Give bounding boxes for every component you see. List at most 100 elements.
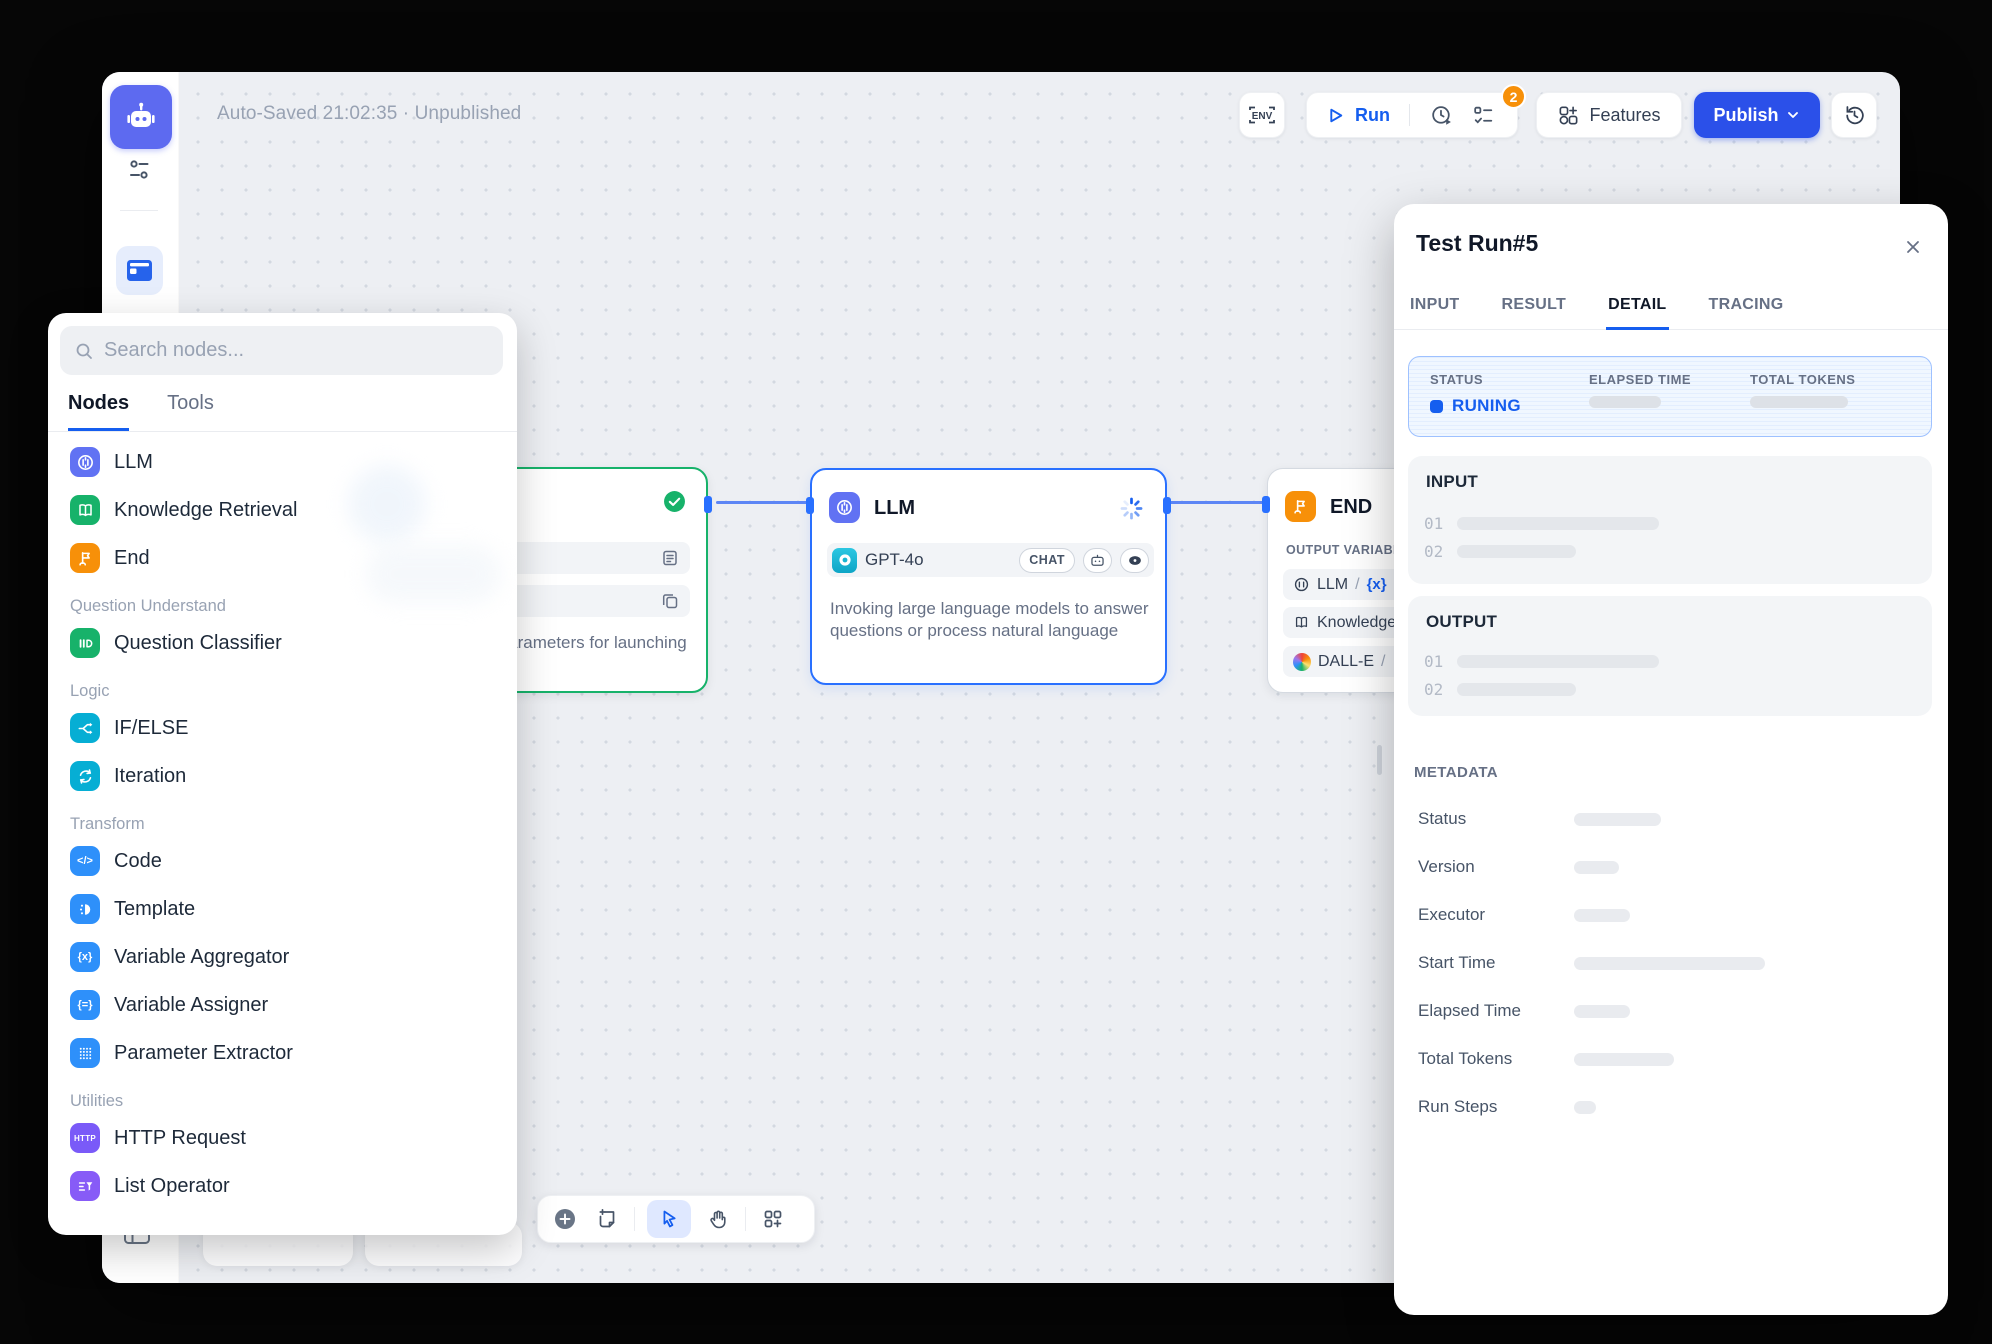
end-flag-icon <box>1285 491 1316 522</box>
node-item-label: Parameter Extractor <box>114 1042 293 1065</box>
history-button[interactable] <box>1831 92 1877 138</box>
node-item-label: HTTP Request <box>114 1127 246 1150</box>
section-question-understand: Question Understand <box>70 597 503 616</box>
search-input[interactable] <box>104 339 489 362</box>
run-button-group: Run 2 <box>1306 92 1518 138</box>
skeleton-bar <box>1574 813 1661 826</box>
node-item-variable-aggregator[interactable]: {x} Variable Aggregator <box>62 933 503 981</box>
node-item-iteration[interactable]: Iteration <box>62 752 503 800</box>
window-icon <box>126 258 153 283</box>
end-node-title: END <box>1330 496 1372 519</box>
node-item-list-operator[interactable]: List Operator <box>62 1162 503 1210</box>
node-item-label: Question Classifier <box>114 632 282 655</box>
var-name: Knowledge <box>1317 614 1396 632</box>
pointer-tool-button[interactable] <box>647 1200 691 1238</box>
model-name: GPT-4o <box>865 550 1011 570</box>
features-icon <box>1557 104 1580 127</box>
schedule-run-icon[interactable] <box>1429 103 1454 128</box>
run-button[interactable]: Run <box>1355 105 1390 126</box>
start-output-handle[interactable] <box>704 496 712 513</box>
features-button[interactable]: Features <box>1536 92 1682 138</box>
var-name: LLM <box>1317 576 1348 594</box>
add-node-button[interactable] <box>550 1204 580 1234</box>
close-icon[interactable] <box>1900 234 1926 260</box>
node-item-knowledge-retrieval[interactable]: Knowledge Retrieval <box>62 486 503 534</box>
node-list: LLM Knowledge Retrieval End Question Und… <box>60 432 505 1210</box>
node-item-question-classifier[interactable]: Question Classifier <box>62 619 503 667</box>
search-icon <box>74 341 94 361</box>
settings-sliders-icon[interactable] <box>126 155 154 185</box>
publish-button[interactable]: Publish <box>1694 92 1820 138</box>
copy-icon <box>660 591 680 611</box>
checklist-count-badge: 2 <box>1501 84 1526 109</box>
hand-tool-button[interactable] <box>703 1204 733 1234</box>
node-item-http-request[interactable]: HTTP HTTP Request <box>62 1114 503 1162</box>
panel-title: Test Run#5 <box>1416 230 1538 257</box>
node-item-label: Variable Aggregator <box>114 946 289 969</box>
input-title: INPUT <box>1426 472 1914 492</box>
model-selector[interactable]: GPT-4o CHAT <box>827 543 1154 577</box>
tab-result[interactable]: RESULT <box>1500 296 1569 330</box>
sidebar-item-workflow[interactable] <box>116 246 163 295</box>
tab-detail[interactable]: DETAIL <box>1606 296 1668 330</box>
node-item-variable-assigner[interactable]: {=} Variable Assigner <box>62 981 503 1029</box>
row-number: 01 <box>1424 652 1443 671</box>
variable-assigner-icon: {=} <box>70 990 100 1020</box>
node-item-parameter-extractor[interactable]: Parameter Extractor <box>62 1029 503 1077</box>
checklist-icon[interactable] <box>1471 103 1496 128</box>
history-icon <box>1842 103 1867 128</box>
var-token: {x} <box>1367 576 1387 593</box>
chevron-down-icon <box>1785 107 1801 123</box>
search-box <box>60 326 503 375</box>
play-icon[interactable] <box>1325 105 1346 126</box>
var-separator: / <box>1355 576 1359 594</box>
app-logo[interactable] <box>110 85 172 149</box>
metadata-section: METADATA Status Version Executor Start T… <box>1414 764 1924 1117</box>
status-column: STATUS RUNING <box>1430 372 1589 436</box>
row-number: 02 <box>1424 542 1443 561</box>
node-item-label: Variable Assigner <box>114 994 268 1017</box>
elapsed-column: ELAPSED TIME <box>1589 372 1750 436</box>
edge-start-to-llm <box>716 501 812 504</box>
input-card: INPUT 01 02 <box>1408 456 1932 584</box>
robot-icon <box>123 99 159 135</box>
meta-label: Executor <box>1414 905 1574 925</box>
node-item-llm[interactable]: LLM <box>62 438 503 486</box>
node-item-label: Code <box>114 850 162 873</box>
add-note-button[interactable] <box>592 1204 622 1234</box>
env-button[interactable]: ENV <box>1239 92 1285 138</box>
meta-label: Start Time <box>1414 953 1574 973</box>
dalle-icon <box>1293 653 1311 671</box>
node-item-code[interactable]: </> Code <box>62 837 503 885</box>
tab-input[interactable]: INPUT <box>1408 296 1462 330</box>
scroll-indicator[interactable] <box>1377 745 1382 775</box>
svg-text:ENV: ENV <box>1252 111 1273 122</box>
end-input-handle[interactable] <box>1262 496 1270 513</box>
edge-llm-to-end <box>1165 501 1269 504</box>
elapsed-label: ELAPSED TIME <box>1589 372 1750 387</box>
node-item-if-else[interactable]: IF/ELSE <box>62 704 503 752</box>
output-title: OUTPUT <box>1426 612 1914 632</box>
llm-node-title: LLM <box>874 497 915 520</box>
knowledge-book-icon <box>1293 614 1310 631</box>
tab-nodes[interactable]: Nodes <box>68 392 129 431</box>
tokens-column: TOTAL TOKENS <box>1750 372 1931 436</box>
node-item-end[interactable]: End <box>62 534 503 582</box>
skeleton-bar <box>1457 683 1576 696</box>
row-number: 02 <box>1424 680 1443 699</box>
status-card: STATUS RUNING ELAPSED TIME TOTAL TOKENS <box>1408 356 1932 437</box>
output-card: OUTPUT 01 02 <box>1408 596 1932 716</box>
llm-node[interactable]: LLM GPT-4o CHAT Invoking large lan <box>810 468 1167 685</box>
classifier-icon <box>70 628 100 658</box>
auto-layout-button[interactable] <box>758 1204 788 1234</box>
skeleton-bar <box>1574 1005 1630 1018</box>
skeleton-bar <box>1457 655 1659 668</box>
tab-tools[interactable]: Tools <box>167 392 214 431</box>
node-item-template[interactable]: Template <box>62 885 503 933</box>
llm-input-handle[interactable] <box>806 497 814 514</box>
llm-output-handle[interactable] <box>1163 497 1171 514</box>
node-item-label: Knowledge Retrieval <box>114 499 297 522</box>
tab-tracing[interactable]: TRACING <box>1707 296 1786 330</box>
running-spinner-icon <box>1118 495 1145 522</box>
loop-arrows-icon <box>70 761 100 791</box>
